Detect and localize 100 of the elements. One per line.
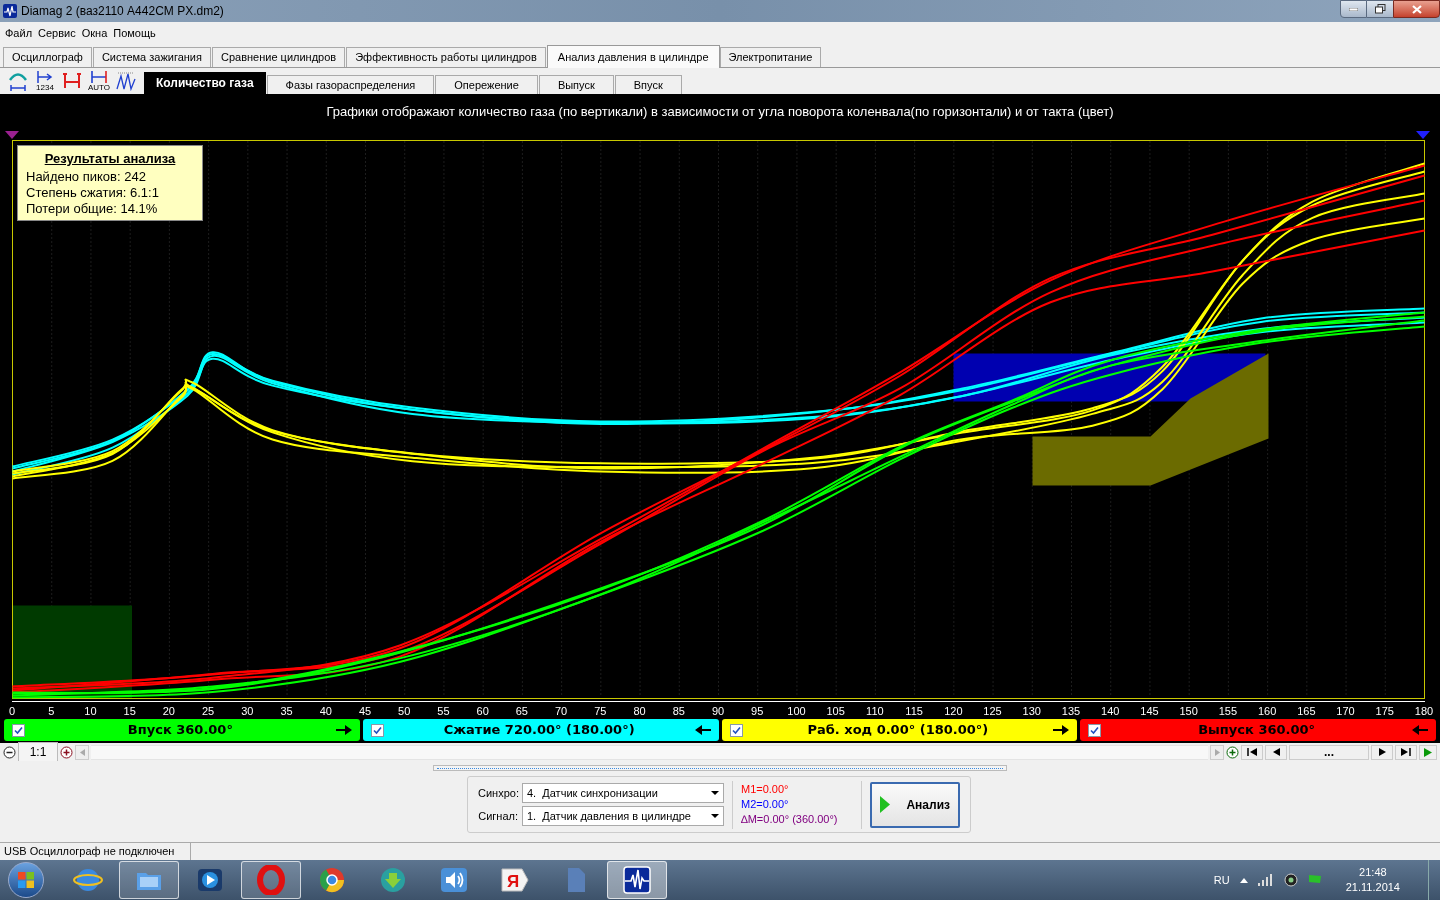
waveform-icon[interactable] — [8, 71, 28, 91]
zoom-in-icon[interactable] — [60, 745, 73, 759]
first-button[interactable] — [1241, 744, 1263, 760]
arrow-icon — [35, 70, 55, 84]
axis-label: 65 — [515, 704, 528, 719]
span-icon[interactable] — [62, 71, 82, 91]
peaks-icon[interactable] — [116, 71, 136, 91]
previous-button[interactable] — [1265, 744, 1287, 760]
zoom-ratio: 1:1 — [18, 742, 58, 762]
subtab[interactable]: Количество газа — [144, 72, 266, 94]
status-text: USB Осциллограф не подключен — [0, 843, 191, 860]
axis-label: 165 — [1297, 704, 1316, 719]
window-title: Diamag 2 (ваз2110 A442CM PX.dm2) — [21, 3, 224, 20]
axis-label: 25 — [202, 704, 215, 719]
sync-label: Синхро: — [478, 785, 518, 801]
axis-label: 0 — [8, 704, 16, 719]
close-icon — [1411, 4, 1422, 14]
stroke-bar[interactable]: Впуск 360.00° — [4, 719, 360, 741]
play-icon — [1424, 747, 1432, 757]
checkbox[interactable] — [370, 723, 384, 737]
language-indicator[interactable]: RU — [1213, 871, 1230, 889]
menu-item[interactable]: Окна — [81, 24, 108, 42]
clock-time[interactable]: 21:48 — [1359, 865, 1387, 880]
scroll-left-icon — [79, 748, 85, 756]
axis-label: 95 — [751, 704, 764, 719]
clock-date[interactable]: 21.11.2014 — [1345, 880, 1400, 895]
stroke-label: Сжатие 720.00° (180.00°) — [442, 721, 636, 740]
taskbar-button[interactable]: Я — [485, 861, 545, 899]
checkbox[interactable] — [729, 723, 743, 737]
subtab[interactable]: Выпуск — [538, 75, 614, 94]
axis-label: 45 — [358, 704, 372, 719]
axis-label: 70 — [555, 704, 568, 719]
auto-span-tool[interactable]: AUTO — [88, 70, 110, 92]
icon-caption: AUTO — [87, 84, 111, 92]
arrow-icon[interactable] — [335, 725, 352, 735]
wheel-icon — [317, 865, 347, 895]
icon-caption: 1234 — [36, 84, 54, 92]
tab[interactable]: Осциллограф — [3, 47, 92, 67]
tab[interactable]: Эффективность работы цилиндров — [346, 47, 546, 67]
analyze-button[interactable]: Анализ — [870, 781, 960, 828]
axis-label: 40 — [319, 704, 332, 719]
stroke-bar[interactable]: Раб. ход 0.00° (180.00°) — [721, 719, 1078, 741]
last-button[interactable] — [1395, 744, 1417, 760]
axis-label: 115 — [905, 704, 923, 719]
start-button[interactable] — [8, 862, 44, 898]
axis-label: 125 — [983, 704, 1002, 719]
windows-icon — [17, 871, 35, 889]
tab[interactable]: Сравнение цилиндров — [212, 47, 346, 67]
result-line: Найдено пиков: 242 — [26, 168, 147, 185]
axis-label: 175 — [1375, 704, 1394, 719]
axis-label: 170 — [1336, 704, 1355, 719]
stroke-label: Раб. ход 0.00° (180.00°) — [806, 721, 990, 740]
tab[interactable]: Система зажигания — [92, 47, 211, 67]
stroke-label: Впуск 360.00° — [126, 721, 234, 740]
stroke-bar[interactable]: Выпуск 360.00° — [1080, 719, 1436, 741]
minimize-button[interactable] — [1340, 0, 1367, 18]
marker-icon[interactable] — [5, 131, 19, 139]
stroke-label: Выпуск 360.00° — [1197, 721, 1317, 740]
flag-icon[interactable] — [1307, 874, 1322, 886]
play-button[interactable] — [1419, 744, 1437, 760]
splitter-bar[interactable] — [433, 765, 1007, 771]
last-icon — [1401, 748, 1411, 756]
sync-dropdown[interactable]: 4. Датчик синхронизации — [522, 783, 724, 803]
axis-label: 155 — [1218, 704, 1238, 719]
axis-label: 75 — [594, 704, 607, 719]
stroke-bar[interactable]: Сжатие 720.00° (180.00°) — [362, 719, 719, 741]
subtab[interactable]: Опережение — [435, 75, 538, 94]
zoom-out-icon[interactable] — [3, 745, 16, 759]
close-button[interactable] — [1393, 0, 1440, 18]
taskbar-button[interactable] — [607, 861, 667, 899]
signal-icon[interactable] — [1257, 874, 1274, 886]
position-field[interactable]: ... — [1289, 744, 1369, 760]
zoom-in-icon[interactable] — [1226, 745, 1239, 759]
eye-icon[interactable] — [1283, 873, 1298, 887]
arrow-icon[interactable] — [1053, 725, 1070, 735]
signal-dropdown[interactable]: 1. Датчик давления в цилиндре — [522, 806, 724, 826]
axis-label: 120 — [944, 704, 963, 719]
tab[interactable]: Анализ давления в цилиндре — [546, 45, 720, 68]
checkbox[interactable] — [12, 723, 25, 737]
menu-item[interactable]: Сервис — [38, 24, 76, 42]
tab[interactable]: Электропитание — [719, 47, 822, 67]
arrow-icon[interactable] — [694, 725, 711, 735]
axis-label: 55 — [437, 704, 450, 719]
subtab[interactable]: Фазы газораспределения — [266, 75, 435, 94]
result-line: Степень сжатия: 6.1:1 — [26, 184, 160, 201]
checkbox[interactable] — [1088, 723, 1102, 737]
menu-item[interactable]: Файл — [5, 24, 33, 42]
previous-icon — [1272, 748, 1280, 756]
numbering-tool[interactable]: 1234 — [34, 70, 56, 92]
axis-label: 160 — [1257, 704, 1277, 719]
scroll-right-icon — [1214, 748, 1220, 756]
marker-icon[interactable] — [1416, 131, 1430, 139]
maximize-button[interactable] — [1367, 0, 1393, 18]
marker-reading: M2=0.00° — [740, 797, 790, 812]
menu-item[interactable]: Помощь — [113, 24, 156, 42]
axis-label: 80 — [633, 704, 646, 719]
tray-arrow-icon[interactable] — [1239, 877, 1248, 883]
ring-icon — [256, 865, 286, 895]
subtab[interactable]: Впуск — [614, 75, 682, 94]
next-button[interactable] — [1371, 744, 1393, 760]
